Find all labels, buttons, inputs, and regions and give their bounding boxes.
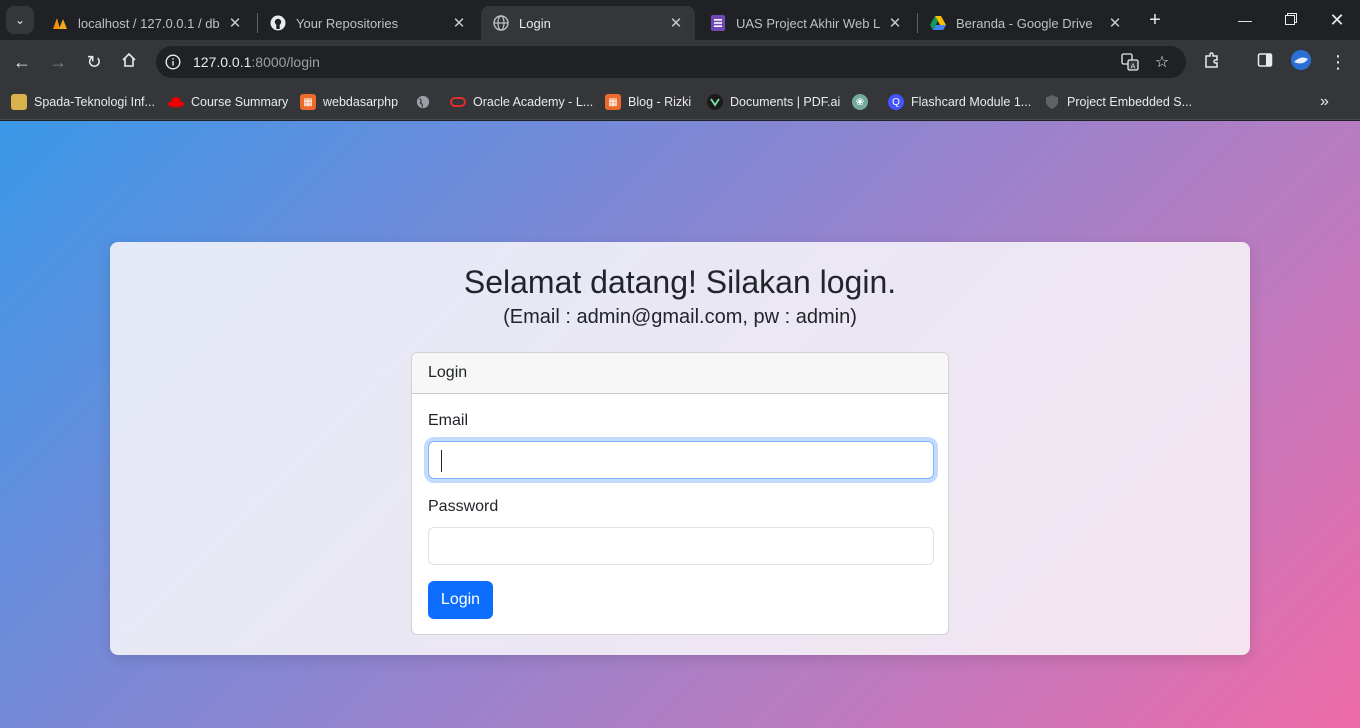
password-field[interactable] xyxy=(428,527,934,565)
email-field[interactable] xyxy=(428,441,934,479)
login-card: Login Email Password Login xyxy=(411,352,949,635)
bookmark-label: Blog - Rizki xyxy=(628,95,692,109)
url-host: 127.0.0.1 xyxy=(193,54,252,70)
menu-button[interactable]: ⋮ xyxy=(1322,46,1354,78)
tab-title: localhost / 127.0.0.1 / dbuas xyxy=(78,15,220,31)
globe-icon xyxy=(493,15,509,31)
shield-icon xyxy=(1044,94,1060,110)
tab-search-button[interactable]: ⌄ xyxy=(6,6,34,34)
page-title: Selamat datang! Silakan login. xyxy=(463,264,897,300)
home-icon xyxy=(121,52,137,73)
close-window-button[interactable]: ✕ xyxy=(1314,0,1360,40)
forward-button[interactable]: → xyxy=(42,46,74,78)
restore-button[interactable] xyxy=(1268,0,1314,40)
password-label: Password xyxy=(428,498,499,515)
login-button[interactable]: Login xyxy=(428,581,493,619)
reload-button[interactable]: ↻ xyxy=(78,46,110,78)
close-icon[interactable]: ✕ xyxy=(667,14,685,32)
bookmark-webdasarphp[interactable]: ▦ webdasarphp xyxy=(300,90,398,114)
url-path: :8000/login xyxy=(251,54,320,70)
url-text: 127.0.0.1:8000/login xyxy=(193,54,320,70)
bookmark-label: webdasarphp xyxy=(323,95,399,109)
codeigniter-icon: ▦ xyxy=(300,94,316,110)
tab-title: Beranda - Google Drive xyxy=(956,15,1093,31)
bookmark-chatgpt[interactable]: ❀ xyxy=(852,90,875,114)
phpmyadmin-icon xyxy=(52,15,68,31)
site-info-icon[interactable] xyxy=(161,50,185,74)
reload-icon: ↻ xyxy=(86,51,102,72)
forms-icon xyxy=(710,15,726,31)
minimize-icon: — xyxy=(1238,12,1252,28)
chevron-double-right-icon: » xyxy=(1320,93,1329,110)
profile-button[interactable] xyxy=(1285,46,1317,78)
bookmark-flashcard[interactable]: Q Flashcard Module 1... xyxy=(888,90,1031,114)
bookmark-oracle[interactable]: Oracle Academy - L... xyxy=(450,90,593,114)
tab-title: Login xyxy=(519,15,551,31)
page-viewport: Selamat datang! Silakan login. (Email : … xyxy=(0,121,1360,728)
bookmark-blog-rizki[interactable]: ▦ Blog - Rizki xyxy=(605,90,691,114)
tab-github[interactable]: Your Repositories ✕ xyxy=(258,6,478,40)
close-icon[interactable]: ✕ xyxy=(226,14,244,32)
plus-icon: + xyxy=(1149,8,1161,31)
tab-phpmyadmin[interactable]: localhost / 127.0.0.1 / dbuas ✕ xyxy=(40,6,254,40)
tab-strip: ⌄ localhost / 127.0.0.1 / dbuas ✕ Your R… xyxy=(0,0,1360,40)
card-header: Login xyxy=(412,353,948,394)
tab-login[interactable]: Login ✕ xyxy=(481,6,695,40)
university-icon xyxy=(11,94,27,110)
google-drive-icon xyxy=(930,15,946,31)
bookmark-label: Oracle Academy - L... xyxy=(473,95,594,109)
chatgpt-icon: ❀ xyxy=(852,94,868,110)
more-bookmarks-button[interactable]: » xyxy=(1320,90,1329,114)
bookmark-label: Documents | PDF.ai xyxy=(730,95,841,109)
email-label: Email xyxy=(428,412,469,429)
kebab-menu-icon: ⋮ xyxy=(1329,51,1347,72)
bookmark-project-embedded[interactable]: Project Embedded S... xyxy=(1044,90,1192,114)
bookmark-label: Course Summary xyxy=(191,95,289,109)
translate-icon[interactable]: A xyxy=(1118,50,1142,74)
arrow-right-icon: → xyxy=(49,51,67,72)
redhat-icon xyxy=(168,94,184,110)
restore-icon xyxy=(1285,12,1297,28)
close-icon[interactable]: ✕ xyxy=(1106,14,1124,32)
close-icon[interactable]: ✕ xyxy=(450,14,468,32)
chevron-down-icon: ⌄ xyxy=(14,13,26,27)
login-panel: Selamat datang! Silakan login. (Email : … xyxy=(110,242,1250,655)
bookmark-label: Flashcard Module 1... xyxy=(911,95,1032,109)
bookmark-label: Project Embedded S... xyxy=(1067,95,1193,109)
close-icon[interactable]: ✕ xyxy=(886,14,904,32)
bookmarks-bar: Spada-Teknologi Inf... Course Summary ▦ w… xyxy=(0,84,1360,120)
globe-icon xyxy=(415,94,431,110)
oracle-icon xyxy=(450,94,466,110)
star-icon[interactable]: ☆ xyxy=(1150,50,1174,74)
tab-title: Your Repositories xyxy=(296,15,399,31)
pdfai-icon xyxy=(707,94,723,110)
quizlet-icon: Q xyxy=(888,94,904,110)
bookmark-course-summary[interactable]: Course Summary xyxy=(168,90,288,114)
browser-toolbar: ← → ↻ 127.0.0.1:8000/login A ☆ ⋮ xyxy=(0,40,1360,84)
extensions-button[interactable] xyxy=(1196,46,1228,78)
tab-uas-project[interactable]: UAS Project Akhir Web Lanjut ✕ xyxy=(698,6,914,40)
codeigniter-icon: ▦ xyxy=(605,94,621,110)
bookmark-pdf-ai[interactable]: Documents | PDF.ai xyxy=(707,90,840,114)
new-tab-button[interactable]: + xyxy=(1143,8,1167,32)
bookmark-globe[interactable] xyxy=(415,90,438,114)
back-button[interactable]: ← xyxy=(6,46,38,78)
github-icon xyxy=(270,15,286,31)
address-bar[interactable]: 127.0.0.1:8000/login A ☆ xyxy=(156,46,1186,78)
side-panel-icon xyxy=(1257,52,1273,73)
avatar xyxy=(1290,49,1312,76)
text-caret xyxy=(441,450,442,472)
tab-title: UAS Project Akhir Web Lanjut xyxy=(736,15,880,31)
svg-text:A: A xyxy=(1131,63,1136,71)
home-button[interactable] xyxy=(113,46,145,78)
minimize-button[interactable]: — xyxy=(1222,0,1268,40)
tab-google-drive[interactable]: Beranda - Google Drive ✕ xyxy=(918,6,1134,40)
side-panel-button[interactable] xyxy=(1249,46,1281,78)
bookmark-label: Spada-Teknologi Inf... xyxy=(34,95,155,109)
bookmark-spada[interactable]: Spada-Teknologi Inf... xyxy=(11,90,155,114)
credentials-hint: (Email : admin@gmail.com, pw : admin) xyxy=(503,306,857,328)
close-icon: ✕ xyxy=(1329,9,1345,30)
arrow-left-icon: ← xyxy=(13,51,31,72)
puzzle-icon xyxy=(1203,51,1221,74)
